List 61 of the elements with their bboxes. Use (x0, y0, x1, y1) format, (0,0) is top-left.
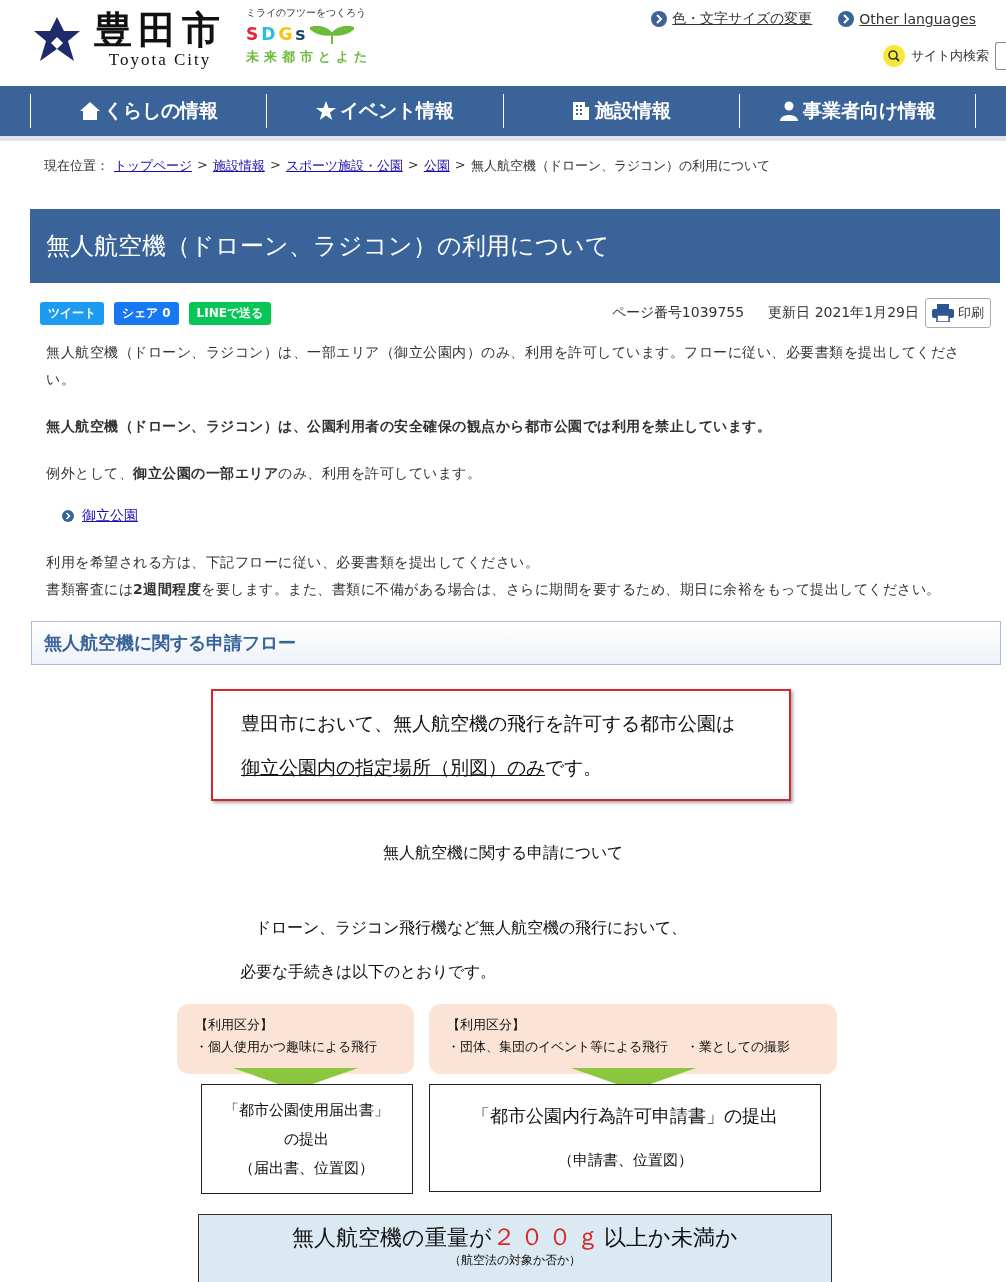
breadcrumb-link[interactable]: 公園 (423, 157, 450, 183)
city-name: 豊田市 (94, 10, 226, 50)
site-search-label: サイト内検索 (911, 47, 989, 65)
breadcrumb-label: 現在位置： (44, 157, 109, 175)
chevron-icon (838, 11, 855, 27)
header-link[interactable]: 色・文字サイズの変更 (672, 10, 813, 28)
sprout-icon (310, 24, 355, 44)
flow-heading: 無人航空機に関する申請について (382, 843, 624, 864)
breadcrumb-link[interactable]: スポーツ施設・公園 (285, 157, 403, 183)
notice-text: 御立公園内の指定場所（別図）のみです。 (241, 755, 603, 780)
star-icon (315, 101, 336, 121)
section-heading: 無人航空機に関する申請フロー (31, 621, 1001, 665)
chevron-icon (62, 510, 74, 522)
category-item: ・業としての撮影 (686, 1038, 790, 1056)
nav-tab[interactable]: 施設情報 (502, 94, 739, 128)
breadcrumb-separator: > (197, 157, 208, 174)
notice-text: 豊田市において、無人航空機の飛行を許可する都市公園は (241, 711, 736, 736)
person-icon (778, 101, 799, 121)
page-number: ページ番号1039755 (611, 304, 745, 322)
paragraph: 無人航空機（ドローン、ラジコン）は、一部エリア（御立公園内）のみ、利用を許可しています。フローに従い、必要書類を提出してください。 (46, 343, 961, 389)
intro-text: ドローン、ラジコン飛行機など無人航空機の飛行において、 (255, 917, 688, 939)
share-button[interactable]: シェア 0 (114, 301, 179, 325)
breadcrumb-current: 無人航空機（ドローン、ラジコン）の利用について (470, 157, 770, 175)
sdgs-logo: S D G s (246, 24, 309, 44)
breadcrumb-separator: > (269, 157, 281, 174)
page-title: 無人航空機（ドローン、ラジコン）の利用について (30, 209, 1000, 283)
breadcrumb-link[interactable]: 施設情報 (212, 157, 265, 183)
city-name-english: Toyota City (108, 50, 212, 70)
nav-tab[interactable]: 事業者向け情報 (738, 94, 976, 128)
sdgs-caption: 未来都市とよた (246, 48, 372, 66)
building-icon (571, 101, 592, 121)
category-item: ・団体、集団のイベント等による飛行 (447, 1038, 668, 1056)
home-icon (79, 101, 100, 121)
weight-note: （航空法の対象か否か） (448, 1252, 582, 1269)
paragraph: 利用を希望される方は、下記フローに従い、必要書類を提出してください。 書類審査には2週間程度を要します。また、書類に不備がある場合は、さらに期間を要するため、期日に余裕をもって提出してください。 (46, 553, 942, 599)
breadcrumb-separator: > (454, 157, 466, 174)
breadcrumb-link[interactable]: トップページ (114, 157, 192, 183)
category-item: ・個人使用かつ趣味による飛行 (195, 1038, 377, 1056)
chevron-icon (651, 11, 668, 27)
sdgs-tagline: ミライのフツーをつくろう (246, 6, 367, 20)
intro-text: 必要な手続きは以下のとおりです。 (240, 961, 497, 983)
paragraph: 例外として、御立公園の一部エリアのみ、利用を許可しています。 (46, 464, 482, 483)
printer-icon (932, 304, 954, 322)
document-text: の提出 (284, 1128, 329, 1150)
breadcrumb-separator: > (407, 157, 419, 174)
nav-tab[interactable]: イベント情報 (266, 94, 503, 128)
search-icon[interactable] (883, 45, 905, 67)
document-text: （届出書、位置図） (239, 1157, 374, 1179)
document-text: 「都市公園使用届出書」 (224, 1099, 389, 1121)
document-text: （申請書、位置図） (557, 1150, 693, 1171)
document-text: 「都市公園内行為許可申請書」の提出 (472, 1104, 778, 1128)
nav-tab[interactable]: くらしの情報 (30, 94, 267, 128)
updated-date: 更新日 2021年1月29日 (768, 304, 919, 322)
print-button[interactable]: 印刷 (925, 298, 991, 328)
category-label: 【利用区分】 (447, 1016, 526, 1034)
park-link[interactable]: 御立公園 (82, 507, 138, 525)
weight-question: 無人航空機の重量が ２００ｇ 以上か未満か (291, 1223, 739, 1252)
category-label: 【利用区分】 (195, 1016, 274, 1034)
paragraph: 無人航空機（ドローン、ラジコン）は、公園利用者の安全確保の観点から都市公園では利用を禁止しています。 (46, 417, 772, 436)
search-field[interactable] (995, 42, 1006, 70)
header-link[interactable]: Other languages (859, 11, 976, 27)
